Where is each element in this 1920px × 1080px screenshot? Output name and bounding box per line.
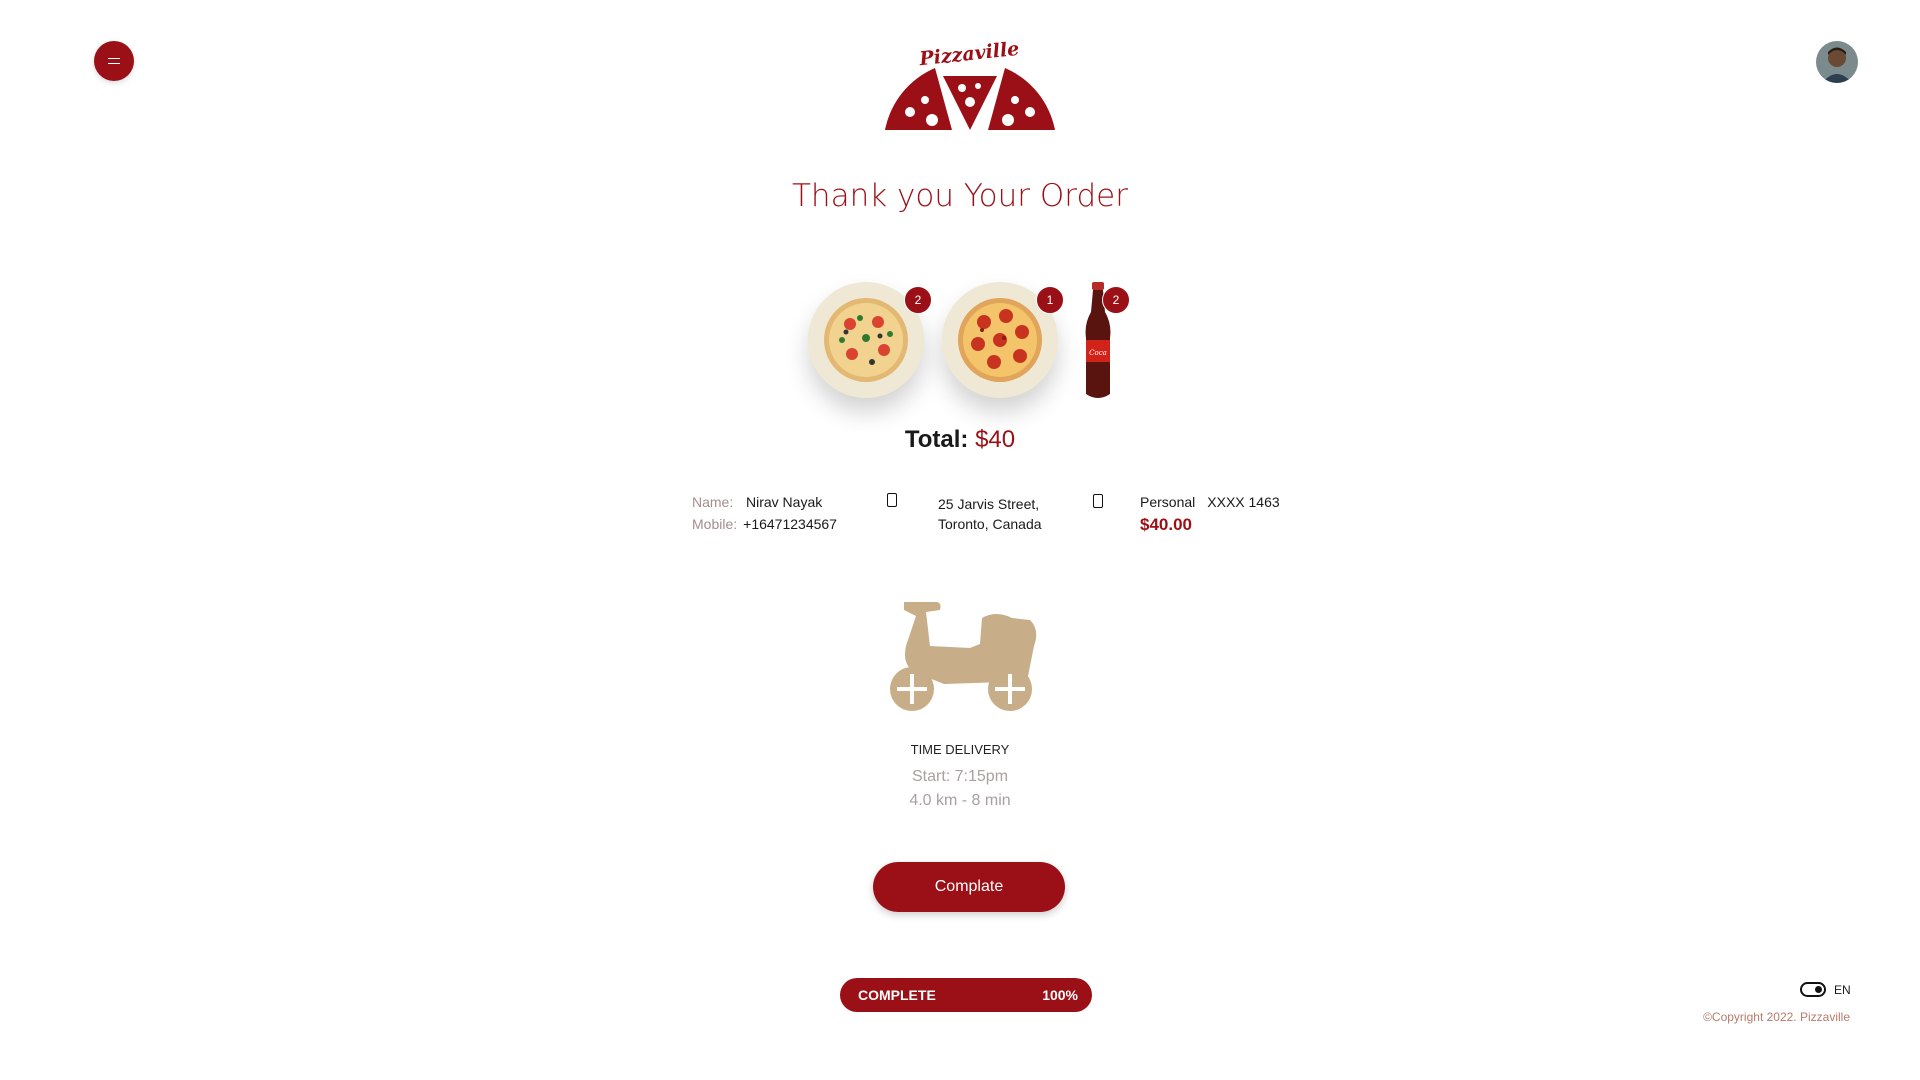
complete-button[interactable]: Complate [873,862,1065,912]
quantity-badge: 2 [904,286,932,314]
address-line-1: 25 Jarvis Street, [938,496,1040,512]
scooter-icon [890,602,1037,711]
theme-toggle[interactable] [1800,982,1826,997]
delivery-title: TIME DELIVERY [910,742,1010,757]
start-time: 7:15pm [954,768,1009,785]
progress-label: COMPLETE [858,987,936,1003]
customer-info: Name: Nirav Nayak Mobile: +16471234567 [692,494,837,532]
page-title: Thank you Your Order [792,178,1128,214]
name-label: Name: [692,494,734,510]
progress-bar: COMPLETE 100% [840,978,1092,1012]
mobile-label: Mobile: [692,516,738,532]
pepperoni-pizza-icon [958,298,1042,382]
total-label: Total: [904,426,969,453]
customer-mobile: +16471234567 [743,516,837,532]
user-avatar[interactable] [1816,41,1858,83]
payment-info: Personal XXXX 1463 $40.00 [1140,494,1280,535]
quantity-badge: 2 [1102,286,1130,314]
order-item-veggie-pizza: 2 [808,282,932,398]
payment-type: Personal [1140,494,1196,510]
address-line-2: Toronto, Canada [938,516,1042,532]
delivery-distance: 4.0 km - 8 min [909,792,1011,809]
delivery-address: 25 Jarvis Street, Toronto, Canada [938,494,1042,534]
total-value: $40 [975,426,1016,453]
svg-text:Coca: Coca [1089,349,1107,357]
menu-icon [108,58,120,64]
order-item-cola: Coca 2 [1078,282,1130,400]
phone-icon [887,493,897,507]
svg-text:Pizzaville: Pizzaville [917,40,1020,70]
payment-amount: $40.00 [1140,515,1192,534]
quantity-badge: 1 [1036,286,1064,314]
order-item-pepperoni-pizza: 1 [942,282,1064,398]
customer-name: Nirav Nayak [746,494,823,510]
veggie-pizza-icon [824,298,908,382]
delivery-start: Start: 7:15pm [0,768,1920,786]
pizzaville-logo: Pizzaville [885,40,1055,130]
language-label[interactable]: EN [1834,983,1851,997]
progress-percent: 100% [1042,987,1078,1003]
card-icon [1093,494,1103,508]
language-switcher: EN [1800,982,1851,997]
card-number: XXXX 1463 [1207,494,1280,510]
menu-button[interactable] [94,41,134,81]
start-label: Start: [911,768,951,785]
copyright-text: ©Copyright 2022. Pizzaville [1703,1010,1850,1024]
order-total: Total: $40 [0,426,1920,454]
